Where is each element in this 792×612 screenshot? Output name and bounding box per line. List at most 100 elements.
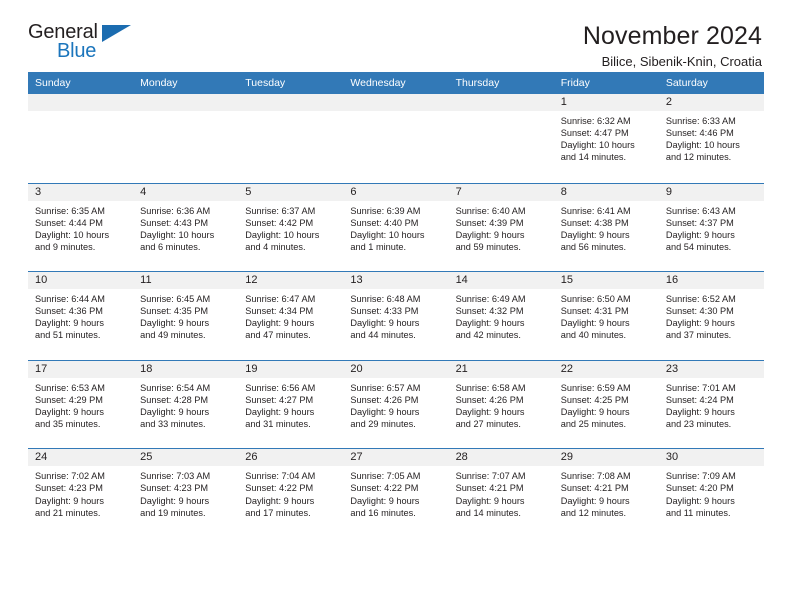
sunrise-text: Sunrise: 6:47 AM [245, 294, 316, 305]
sunset-text: Sunset: 4:29 PM [35, 394, 103, 405]
day-cell[interactable]: 28 Sunrise: 7:07 AM Sunset: 4:21 PM Dayligh… [448, 449, 554, 537]
weekday-monday: Monday [140, 77, 178, 89]
day-cell[interactable]: 7 Sunrise: 6:40 AM Sunset: 4:39 PM Daylight… [448, 183, 554, 272]
day-cell[interactable]: 2 Sunrise: 6:33 AM Sunset: 4:46 PM Daylight… [658, 94, 764, 183]
day-sun-info: Sunrise: 6:45 AM Sunset: 4:35 PM Daylight:… [133, 289, 238, 341]
day-cell[interactable]: 3 Sunrise: 6:35 AM Sunset: 4:44 PM Daylight… [28, 183, 134, 272]
day-sun-info: Sunrise: 6:36 AM Sunset: 4:43 PM Daylight:… [133, 201, 238, 253]
day-number: 28 [448, 449, 554, 467]
sunrise-text: Sunrise: 7:08 AM [560, 471, 631, 482]
sunrise-text: Sunrise: 6:58 AM [455, 382, 526, 393]
day-cell[interactable]: 16 Sunrise: 6:52 AM Sunset: 4:30 PM Dayligh… [658, 272, 764, 360]
day-number: 3 [28, 183, 134, 201]
day-cell[interactable]: 27 Sunrise: 7:05 AM Sunset: 4:22 PM Dayligh… [343, 449, 449, 537]
sunrise-text: Sunrise: 6:49 AM [455, 294, 526, 305]
day-cell[interactable]: 5 Sunrise: 6:37 AM Sunset: 4:42 PM Daylight… [238, 183, 344, 272]
day-cell[interactable]: 12 Sunrise: 6:47 AM Sunset: 4:34 PM Dayligh… [238, 272, 344, 360]
sunrise-text: Sunrise: 7:04 AM [245, 471, 316, 482]
daylight-text-line2: and 31 minutes. [245, 419, 311, 430]
day-cell[interactable]: 18 Sunrise: 6:54 AM Sunset: 4:28 PM Dayligh… [133, 360, 239, 449]
day-number [133, 94, 239, 111]
day-number: 10 [28, 272, 134, 290]
day-number: 30 [658, 449, 764, 467]
day-cell[interactable]: 21 Sunrise: 6:58 AM Sunset: 4:26 PM Dayligh… [448, 360, 554, 449]
sunset-text: Sunset: 4:38 PM [560, 217, 629, 228]
day-number: 1 [553, 94, 659, 111]
sunset-text: Sunset: 4:21 PM [560, 483, 629, 494]
day-cell[interactable]: 10 Sunrise: 6:44 AM Sunset: 4:36 PM Dayligh… [28, 272, 134, 360]
day-cell[interactable]: 8 Sunrise: 6:41 AM Sunset: 4:38 PM Daylight… [553, 183, 659, 272]
day-number: 29 [553, 449, 659, 467]
daylight-text-line2: and 27 minutes. [455, 419, 521, 430]
daylight-text-line1: Daylight: 9 hours [665, 229, 735, 240]
day-cell[interactable]: 11 Sunrise: 6:45 AM Sunset: 4:35 PM Dayligh… [133, 272, 239, 360]
location-subtitle: Bilice, Sibenik-Knin, Croatia [601, 54, 762, 69]
daylight-text-line1: Daylight: 9 hours [455, 406, 525, 417]
day-sun-info: Sunrise: 6:47 AM Sunset: 4:34 PM Daylight:… [238, 289, 343, 341]
daylight-text-line1: Daylight: 9 hours [665, 318, 735, 329]
sunrise-text: Sunrise: 7:09 AM [665, 471, 736, 482]
day-cell[interactable]: 9 Sunrise: 6:43 AM Sunset: 4:37 PM Daylight… [658, 183, 764, 272]
day-number: 23 [658, 360, 764, 378]
day-cell[interactable]: 4 Sunrise: 6:36 AM Sunset: 4:43 PM Daylight… [133, 183, 239, 272]
day-cell[interactable]: 24 Sunrise: 7:02 AM Sunset: 4:23 PM Dayligh… [28, 449, 134, 537]
day-number [448, 94, 554, 111]
sunset-text: Sunset: 4:46 PM [665, 128, 734, 139]
day-sun-info: Sunrise: 6:37 AM Sunset: 4:42 PM Daylight:… [238, 201, 343, 253]
daylight-text-line2: and 23 minutes. [665, 419, 732, 430]
day-number: 18 [133, 360, 239, 378]
calendar-page: General Blue November 2024 Bilice, Siben… [0, 0, 792, 612]
day-number: 17 [28, 360, 134, 378]
day-cell-empty [133, 94, 239, 183]
day-cell[interactable]: 26 Sunrise: 7:04 AM Sunset: 4:22 PM Dayligh… [238, 449, 344, 537]
sunset-text: Sunset: 4:43 PM [140, 217, 209, 228]
day-number: 24 [28, 449, 134, 467]
daylight-text-line2: and 35 minutes. [35, 419, 101, 430]
daylight-text-line1: Daylight: 9 hours [560, 406, 630, 417]
weekday-sunday: Sunday [35, 77, 71, 89]
daylight-text-line1: Daylight: 9 hours [560, 495, 630, 506]
day-cell-empty [343, 94, 449, 183]
weekday-tuesday: Tuesday [245, 77, 286, 89]
day-sun-info: Sunrise: 6:53 AM Sunset: 4:29 PM Daylight:… [28, 378, 133, 430]
daylight-text-line1: Daylight: 9 hours [560, 229, 630, 240]
day-cell[interactable]: 25 Sunrise: 7:03 AM Sunset: 4:23 PM Dayligh… [133, 449, 239, 537]
calendar-week-row: 3 Sunrise: 6:35 AM Sunset: 4:44 PM Daylight… [28, 182, 764, 272]
sunrise-text: Sunrise: 6:43 AM [665, 205, 736, 216]
day-number [343, 94, 449, 111]
day-sun-info: Sunrise: 6:52 AM Sunset: 4:30 PM Daylight:… [659, 289, 764, 341]
daylight-text-line2: and 1 minute. [350, 241, 407, 252]
daylight-text-line1: Daylight: 9 hours [455, 495, 525, 506]
day-sun-info: Sunrise: 7:05 AM Sunset: 4:22 PM Daylight:… [343, 466, 448, 518]
day-cell[interactable]: 14 Sunrise: 6:49 AM Sunset: 4:32 PM Dayligh… [448, 272, 554, 360]
sunset-text: Sunset: 4:36 PM [35, 306, 103, 317]
day-cell[interactable]: 15 Sunrise: 6:50 AM Sunset: 4:31 PM Dayligh… [553, 272, 659, 360]
day-cell[interactable]: 17 Sunrise: 6:53 AM Sunset: 4:29 PM Dayligh… [28, 360, 134, 449]
day-cell[interactable]: 13 Sunrise: 6:48 AM Sunset: 4:33 PM Dayligh… [343, 272, 449, 360]
day-cell[interactable]: 6 Sunrise: 6:39 AM Sunset: 4:40 PM Daylight… [343, 183, 449, 272]
day-cell[interactable]: 1 Sunrise: 6:32 AM Sunset: 4:47 PM Daylight… [553, 94, 659, 183]
day-number: 4 [133, 183, 239, 201]
daylight-text-line2: and 44 minutes. [350, 330, 416, 341]
day-cell[interactable]: 22 Sunrise: 6:59 AM Sunset: 4:25 PM Dayligh… [553, 360, 659, 449]
sunrise-text: Sunrise: 6:56 AM [245, 382, 316, 393]
day-sun-info: Sunrise: 6:40 AM Sunset: 4:39 PM Daylight:… [449, 201, 554, 253]
daylight-text-line2: and 40 minutes. [560, 330, 627, 341]
day-cell[interactable]: 20 Sunrise: 6:57 AM Sunset: 4:26 PM Dayligh… [343, 360, 449, 449]
day-sun-info: Sunrise: 6:32 AM Sunset: 4:47 PM Daylight:… [554, 111, 659, 163]
weekday-wednesday: Wednesday [350, 77, 406, 89]
day-sun-info: Sunrise: 6:48 AM Sunset: 4:33 PM Daylight:… [343, 289, 448, 341]
daylight-text-line2: and 19 minutes. [140, 507, 206, 518]
day-cell[interactable]: 29 Sunrise: 7:08 AM Sunset: 4:21 PM Dayligh… [553, 449, 659, 537]
daylight-text-line1: Daylight: 10 hours [245, 229, 320, 240]
daylight-text-line2: and 56 minutes. [560, 241, 627, 252]
day-sun-info: Sunrise: 7:07 AM Sunset: 4:21 PM Daylight:… [449, 466, 554, 518]
daylight-text-line2: and 59 minutes. [455, 241, 521, 252]
day-cell[interactable]: 19 Sunrise: 6:56 AM Sunset: 4:27 PM Dayligh… [238, 360, 344, 449]
sunrise-text: Sunrise: 6:41 AM [560, 205, 631, 216]
day-cell[interactable]: 30 Sunrise: 7:09 AM Sunset: 4:20 PM Dayligh… [658, 449, 764, 537]
daylight-text-line1: Daylight: 9 hours [140, 495, 210, 506]
day-cell-empty [448, 94, 554, 183]
day-cell[interactable]: 23 Sunrise: 7:01 AM Sunset: 4:24 PM Dayligh… [658, 360, 764, 449]
sunset-text: Sunset: 4:40 PM [350, 217, 419, 228]
